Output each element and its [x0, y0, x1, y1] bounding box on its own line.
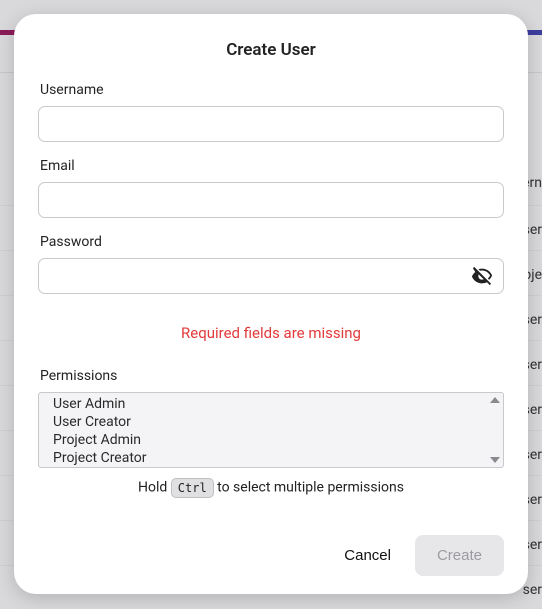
hint-pre: Hold [138, 480, 171, 496]
password-label: Password [40, 234, 504, 250]
multiselect-hint: Hold Ctrl to select multiple permissions [38, 478, 504, 498]
permission-option[interactable]: User Creator [53, 413, 503, 431]
create-user-dialog: Create User Username Email Password Requ… [14, 14, 528, 594]
modal-backdrop: ern ser oje ser ser ser ser ser ser ser … [0, 0, 542, 609]
permission-option[interactable]: Project Admin [53, 431, 503, 449]
username-label: Username [40, 82, 504, 98]
cancel-button[interactable]: Cancel [340, 539, 395, 572]
email-input[interactable] [38, 182, 504, 218]
hint-post: to select multiple permissions [214, 480, 404, 496]
dialog-footer: Cancel Create [38, 523, 504, 576]
permission-option[interactable]: Project Creator [53, 449, 503, 467]
permissions-list: User Admin User Creator Project Admin Pr… [39, 393, 503, 468]
permissions-label: Permissions [40, 368, 504, 384]
chevron-down-icon[interactable] [490, 457, 500, 463]
ctrl-key-badge: Ctrl [171, 478, 214, 498]
username-field-block: Username [38, 82, 504, 142]
error-message: Required fields are missing [38, 324, 504, 342]
email-field-block: Email [38, 158, 504, 218]
password-field-block: Password [38, 234, 504, 294]
email-label: Email [40, 158, 504, 174]
eye-off-icon[interactable] [470, 264, 494, 288]
chevron-up-icon[interactable] [490, 397, 500, 403]
permission-option[interactable]: User Admin [53, 395, 503, 413]
username-input[interactable] [38, 106, 504, 142]
dialog-title: Create User [38, 40, 504, 60]
bg-cell-fragment: ser [523, 582, 542, 598]
permissions-multiselect[interactable]: User Admin User Creator Project Admin Pr… [38, 392, 504, 468]
create-button[interactable]: Create [415, 535, 504, 576]
password-input[interactable] [38, 258, 504, 294]
